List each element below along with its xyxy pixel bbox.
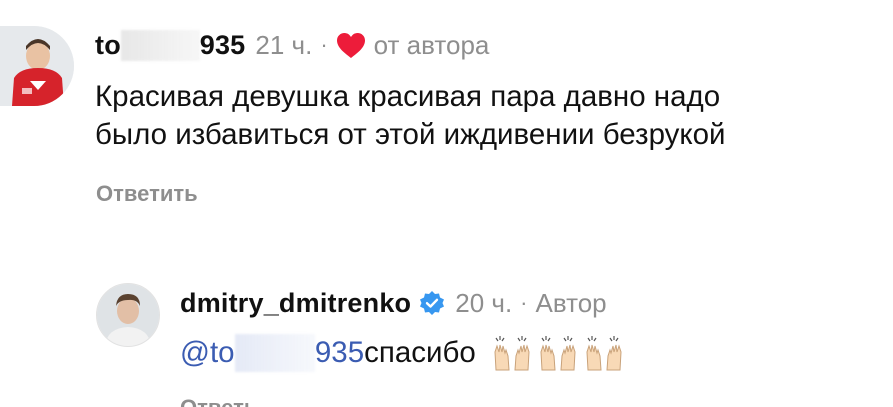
username[interactable]: tommy1935 <box>95 29 245 61</box>
child-avatar-icon <box>0 26 74 106</box>
separator: · <box>520 290 528 315</box>
raising-hands-icon <box>540 336 576 371</box>
comment-text-line: Красивая девушка красивая пара давно над… <box>95 80 721 113</box>
raising-hands-emoji-group <box>490 334 626 372</box>
username[interactable]: dmitry_dmitrenko <box>180 288 411 319</box>
avatar[interactable] <box>0 26 74 106</box>
man-avatar-icon <box>97 284 159 346</box>
author-label: Автор <box>535 287 607 318</box>
comment-meta: tommy1935 21 ч. · от автора <box>95 28 489 62</box>
comment-text-body: спасибо <box>364 336 476 369</box>
reply-button[interactable]: Ответить <box>180 395 250 407</box>
separator: · <box>320 32 328 57</box>
verified-badge-icon <box>420 291 445 315</box>
timestamp: 21 ч. <box>255 29 313 60</box>
heart-icon <box>336 32 365 58</box>
comment-meta: dmitry_dmitrenko 20 ч. · Автор <box>180 285 607 321</box>
reply-button[interactable]: Ответить <box>96 181 198 207</box>
raising-hands-icon <box>494 336 530 371</box>
raising-hands-icon <box>586 336 622 371</box>
comment-text: Красивая девушка красивая пара давно над… <box>95 78 726 154</box>
comment-text-line: было избавиться от этой иждивении безрук… <box>95 118 726 151</box>
avatar[interactable] <box>96 283 160 347</box>
mention-link[interactable]: @tommy1935 <box>180 334 364 372</box>
liked-by-author-label: от автора <box>373 29 490 60</box>
reply-label: Ответить <box>180 395 250 407</box>
comment-text: @tommy1935 спасибо <box>180 334 626 372</box>
timestamp: 20 ч. <box>455 287 513 318</box>
